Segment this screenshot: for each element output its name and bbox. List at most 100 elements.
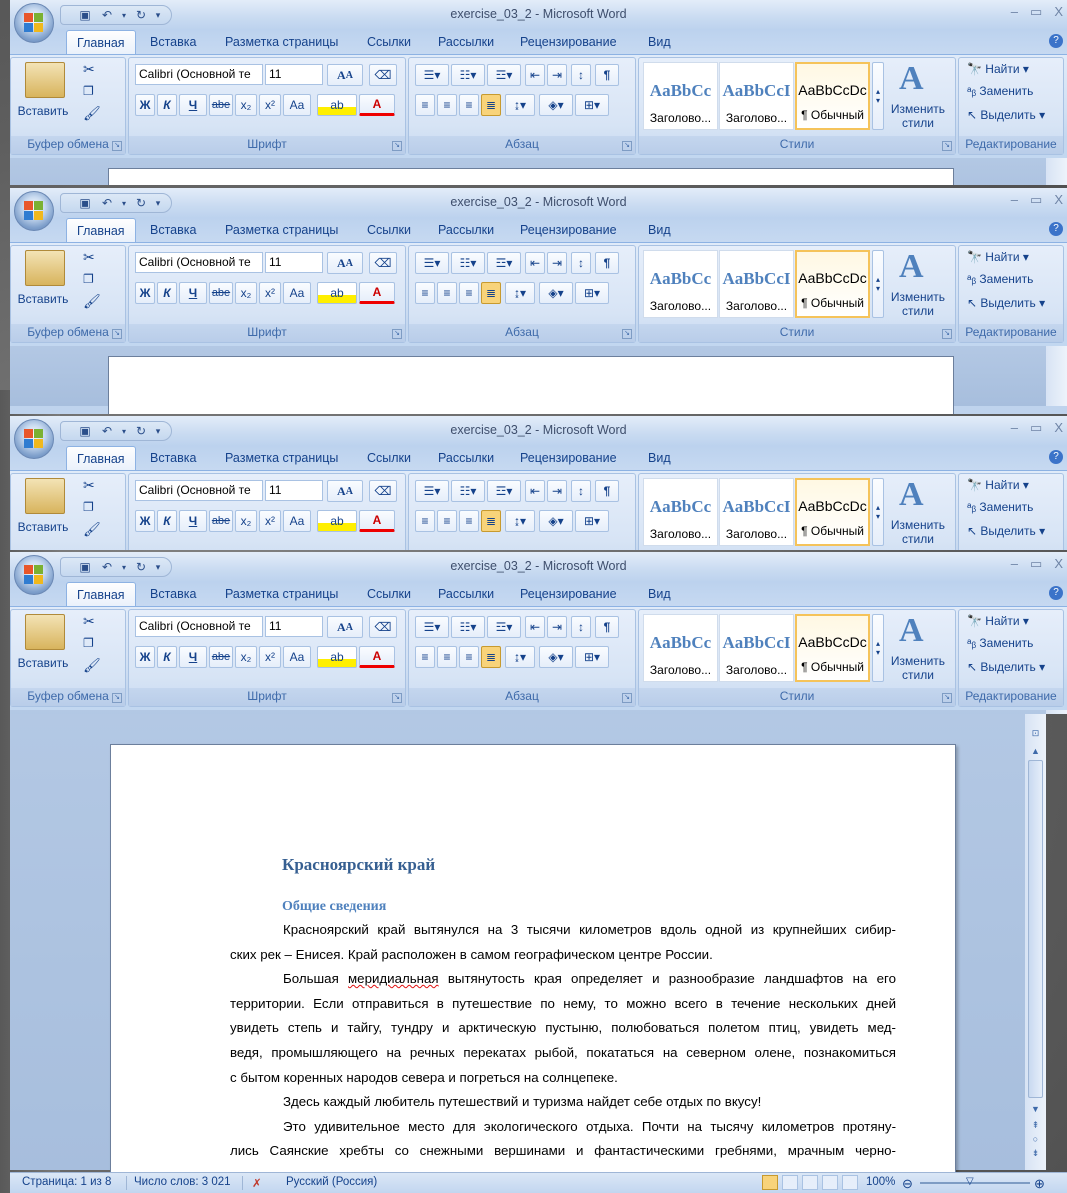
change-case-button[interactable]: Aa: [283, 282, 311, 304]
tab-view[interactable]: Вид: [648, 223, 671, 237]
tab-review[interactable]: Рецензирование: [520, 451, 617, 465]
style-normal[interactable]: AaBbCcDc ¶ Обычный: [795, 614, 870, 682]
borders-icon[interactable]: ⊞▾: [575, 646, 609, 668]
tab-view[interactable]: Вид: [648, 35, 671, 49]
multilevel-list-icon[interactable]: ☲▾: [487, 480, 521, 502]
customize-qat-icon[interactable]: ▾: [153, 7, 163, 23]
full-screen-view-icon[interactable]: [782, 1175, 798, 1190]
styles-scroll-icon[interactable]: ▴ ▾: [872, 250, 884, 318]
superscript-button[interactable]: x²: [259, 510, 281, 532]
vertical-scrollbar[interactable]: [1046, 346, 1067, 406]
align-right-icon[interactable]: ≡: [459, 282, 479, 304]
dialog-launcher-icon[interactable]: ↘: [392, 141, 402, 151]
paste-button[interactable]: Вставить: [15, 104, 71, 118]
justify-icon[interactable]: ≣: [481, 646, 501, 668]
zoom-level[interactable]: 100%: [866, 1176, 895, 1188]
redo-icon[interactable]: ↻: [131, 559, 151, 575]
change-case-button[interactable]: Aa: [283, 510, 311, 532]
subscript-button[interactable]: x₂: [235, 646, 257, 668]
multilevel-list-icon[interactable]: ☲▾: [487, 252, 521, 274]
dialog-launcher-icon[interactable]: ↘: [622, 693, 632, 703]
tab-mailings[interactable]: Рассылки: [438, 587, 494, 601]
cut-icon[interactable]: ✂: [83, 62, 95, 76]
change-case-button[interactable]: Aa: [283, 94, 311, 116]
dialog-launcher-icon[interactable]: ↘: [622, 141, 632, 151]
subscript-button[interactable]: x₂: [235, 282, 257, 304]
multilevel-list-icon[interactable]: ☲▾: [487, 64, 521, 86]
cut-icon[interactable]: ✂: [83, 478, 95, 492]
numbering-icon[interactable]: ☷▾: [451, 480, 485, 502]
change-styles-button[interactable]: Изменить стили: [887, 102, 949, 130]
redo-icon[interactable]: ↻: [131, 423, 151, 439]
dropdown-icon[interactable]: ▾: [119, 559, 129, 575]
grow-font-button[interactable]: AA: [327, 616, 363, 638]
cut-icon[interactable]: ✂: [83, 614, 95, 628]
font-size-field[interactable]: 11: [265, 616, 323, 637]
numbering-icon[interactable]: ☷▾: [451, 64, 485, 86]
font-size-field[interactable]: 11: [265, 252, 323, 273]
tab-mailings[interactable]: Рассылки: [438, 35, 494, 49]
dropdown-icon[interactable]: ▾: [119, 195, 129, 211]
align-center-icon[interactable]: ≡: [437, 282, 457, 304]
close-icon[interactable]: X: [1054, 556, 1063, 572]
undo-icon[interactable]: ↶: [97, 559, 117, 575]
clipboard-icon[interactable]: [25, 614, 65, 650]
decrease-indent-icon[interactable]: ⇤: [525, 616, 545, 638]
tab-page-layout[interactable]: Разметка страницы: [225, 35, 338, 49]
redo-icon[interactable]: ↻: [131, 7, 151, 23]
style-normal[interactable]: AaBbCcDc ¶ Обычный: [795, 250, 870, 318]
help-icon[interactable]: ?: [1049, 34, 1063, 48]
style-heading-1[interactable]: AaBbCc Заголово...: [643, 250, 718, 318]
align-left-icon[interactable]: ≡: [415, 282, 435, 304]
line-spacing-icon[interactable]: ↨▾: [505, 282, 535, 304]
align-center-icon[interactable]: ≡: [437, 646, 457, 668]
tab-insert[interactable]: Вставка: [150, 587, 196, 601]
proofing-icon[interactable]: ✗: [252, 1176, 262, 1190]
outline-view-icon[interactable]: [822, 1175, 838, 1190]
change-case-button[interactable]: Aa: [283, 646, 311, 668]
word-count[interactable]: Число слов: 3 021: [134, 1176, 231, 1188]
tab-review[interactable]: Рецензирование: [520, 223, 617, 237]
subscript-button[interactable]: x₂: [235, 94, 257, 116]
increase-indent-icon[interactable]: ⇥: [547, 64, 567, 86]
office-button[interactable]: [14, 191, 54, 231]
tab-mailings[interactable]: Рассылки: [438, 451, 494, 465]
minimize-icon[interactable]: –: [1011, 556, 1018, 572]
clear-format-icon[interactable]: ⌫: [369, 616, 397, 638]
paste-button[interactable]: Вставить: [15, 520, 71, 534]
redo-icon[interactable]: ↻: [131, 195, 151, 211]
increase-indent-icon[interactable]: ⇥: [547, 252, 567, 274]
superscript-button[interactable]: x²: [259, 646, 281, 668]
draft-view-icon[interactable]: [842, 1175, 858, 1190]
grow-font-button[interactable]: AA: [327, 480, 363, 502]
decrease-indent-icon[interactable]: ⇤: [525, 480, 545, 502]
ruler-toggle-icon[interactable]: ⊡: [1028, 726, 1043, 741]
minimize-icon[interactable]: –: [1011, 4, 1018, 20]
undo-icon[interactable]: ↶: [97, 195, 117, 211]
dialog-launcher-icon[interactable]: ↘: [622, 329, 632, 339]
clipboard-icon[interactable]: [25, 250, 65, 286]
align-center-icon[interactable]: ≡: [437, 94, 457, 116]
prev-page-icon[interactable]: ⇞: [1028, 1118, 1043, 1133]
format-painter-icon[interactable]: 🖌: [83, 522, 101, 536]
numbering-icon[interactable]: ☷▾: [451, 252, 485, 274]
replace-button[interactable]: ᵃᵦ Заменить: [967, 500, 1033, 514]
highlight-button[interactable]: ab: [317, 646, 357, 668]
tab-home[interactable]: Главная: [66, 30, 136, 54]
cut-icon[interactable]: ✂: [83, 250, 95, 264]
justify-icon[interactable]: ≣: [481, 282, 501, 304]
find-button[interactable]: 🔭 Найти ▾: [967, 614, 1029, 628]
tab-review[interactable]: Рецензирование: [520, 35, 617, 49]
language-indicator[interactable]: Русский (Россия): [286, 1176, 377, 1188]
customize-qat-icon[interactable]: ▾: [153, 559, 163, 575]
dialog-launcher-icon[interactable]: ↘: [392, 329, 402, 339]
italic-button[interactable]: К: [157, 94, 177, 116]
align-left-icon[interactable]: ≡: [415, 510, 435, 532]
spelling-error[interactable]: меридиальная: [348, 971, 439, 986]
styles-scroll-icon[interactable]: ▴ ▾: [872, 62, 884, 130]
copy-icon[interactable]: ❐: [83, 500, 94, 514]
minimize-icon[interactable]: –: [1011, 420, 1018, 436]
bold-button[interactable]: Ж: [135, 510, 155, 532]
tab-view[interactable]: Вид: [648, 451, 671, 465]
tab-references[interactable]: Ссылки: [367, 587, 411, 601]
